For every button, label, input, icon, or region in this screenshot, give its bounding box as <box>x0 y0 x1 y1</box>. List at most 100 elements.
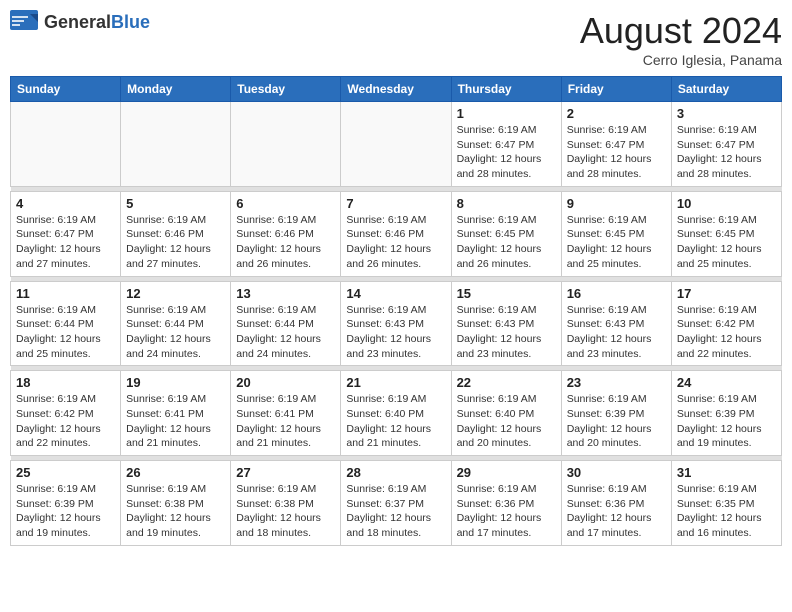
calendar-cell: 14 Sunrise: 6:19 AM Sunset: 6:43 PM Dayli… <box>341 281 451 366</box>
logo: GeneralBlue <box>10 10 150 34</box>
calendar-cell: 21 Sunrise: 6:19 AM Sunset: 6:40 PM Dayli… <box>341 371 451 456</box>
weekday-header: Monday <box>121 77 231 102</box>
day-number: 5 <box>126 196 225 211</box>
day-number: 22 <box>457 375 556 390</box>
day-number: 14 <box>346 286 445 301</box>
week-row: 1 Sunrise: 6:19 AM Sunset: 6:47 PM Daylig… <box>11 102 782 187</box>
calendar-cell: 3 Sunrise: 6:19 AM Sunset: 6:47 PM Daylig… <box>671 102 781 187</box>
day-info: Sunrise: 6:19 AM Sunset: 6:45 PM Dayligh… <box>567 213 666 272</box>
calendar-cell: 15 Sunrise: 6:19 AM Sunset: 6:43 PM Dayli… <box>451 281 561 366</box>
logo-general: General <box>44 12 111 32</box>
week-row: 18Sunrise: 6:19 AM Sunset: 6:42 PM Dayli… <box>11 371 782 456</box>
calendar-cell: 23 Sunrise: 6:19 AM Sunset: 6:39 PM Dayli… <box>561 371 671 456</box>
day-info: Sunrise: 6:19 AM Sunset: 6:37 PM Dayligh… <box>346 482 445 541</box>
day-info: Sunrise: 6:19 AM Sunset: 6:39 PM Dayligh… <box>16 482 115 541</box>
calendar-cell <box>341 102 451 187</box>
day-info: Sunrise: 6:19 AM Sunset: 6:47 PM Dayligh… <box>16 213 115 272</box>
calendar-cell: 25 Sunrise: 6:19 AM Sunset: 6:39 PM Dayli… <box>11 461 121 546</box>
day-number: 11 <box>16 286 115 301</box>
day-number: 25 <box>16 465 115 480</box>
day-info: Sunrise: 6:19 AM Sunset: 6:35 PM Dayligh… <box>677 482 776 541</box>
day-number: 29 <box>457 465 556 480</box>
day-number: 7 <box>346 196 445 211</box>
calendar-cell: 4 Sunrise: 6:19 AM Sunset: 6:47 PM Daylig… <box>11 191 121 276</box>
week-row: 4 Sunrise: 6:19 AM Sunset: 6:47 PM Daylig… <box>11 191 782 276</box>
week-row: 11 Sunrise: 6:19 AM Sunset: 6:44 PM Dayli… <box>11 281 782 366</box>
day-number: 20 <box>236 375 335 390</box>
day-number: 12 <box>126 286 225 301</box>
day-info: Sunrise: 6:19 AM Sunset: 6:38 PM Dayligh… <box>126 482 225 541</box>
weekday-header: Saturday <box>671 77 781 102</box>
day-info: Sunrise: 6:19 AM Sunset: 6:45 PM Dayligh… <box>457 213 556 272</box>
calendar-cell: 9 Sunrise: 6:19 AM Sunset: 6:45 PM Daylig… <box>561 191 671 276</box>
day-number: 17 <box>677 286 776 301</box>
day-number: 8 <box>457 196 556 211</box>
calendar-cell: 19Sunrise: 6:19 AM Sunset: 6:41 PM Dayli… <box>121 371 231 456</box>
day-number: 19 <box>126 375 225 390</box>
day-number: 23 <box>567 375 666 390</box>
day-number: 18 <box>16 375 115 390</box>
day-number: 27 <box>236 465 335 480</box>
calendar-cell: 24Sunrise: 6:19 AM Sunset: 6:39 PM Dayli… <box>671 371 781 456</box>
day-info: Sunrise: 6:19 AM Sunset: 6:44 PM Dayligh… <box>16 303 115 362</box>
calendar-cell: 10Sunrise: 6:19 AM Sunset: 6:45 PM Dayli… <box>671 191 781 276</box>
calendar-table: SundayMondayTuesdayWednesdayThursdayFrid… <box>10 76 782 546</box>
day-number: 9 <box>567 196 666 211</box>
week-row: 25 Sunrise: 6:19 AM Sunset: 6:39 PM Dayli… <box>11 461 782 546</box>
page-header: GeneralBlue August 2024 Cerro Iglesia, P… <box>10 10 782 68</box>
day-info: Sunrise: 6:19 AM Sunset: 6:46 PM Dayligh… <box>346 213 445 272</box>
day-number: 26 <box>126 465 225 480</box>
day-info: Sunrise: 6:19 AM Sunset: 6:36 PM Dayligh… <box>567 482 666 541</box>
calendar-cell: 11 Sunrise: 6:19 AM Sunset: 6:44 PM Dayli… <box>11 281 121 366</box>
day-number: 21 <box>346 375 445 390</box>
day-number: 3 <box>677 106 776 121</box>
weekday-header: Sunday <box>11 77 121 102</box>
calendar-subtitle: Cerro Iglesia, Panama <box>580 52 782 68</box>
calendar-cell: 30 Sunrise: 6:19 AM Sunset: 6:36 PM Dayli… <box>561 461 671 546</box>
day-info: Sunrise: 6:19 AM Sunset: 6:36 PM Dayligh… <box>457 482 556 541</box>
calendar-cell: 26 Sunrise: 6:19 AM Sunset: 6:38 PM Dayli… <box>121 461 231 546</box>
calendar-cell: 13Sunrise: 6:19 AM Sunset: 6:44 PM Dayli… <box>231 281 341 366</box>
weekday-header: Friday <box>561 77 671 102</box>
day-info: Sunrise: 6:19 AM Sunset: 6:47 PM Dayligh… <box>677 123 776 182</box>
calendar-cell: 29 Sunrise: 6:19 AM Sunset: 6:36 PM Dayli… <box>451 461 561 546</box>
calendar-cell: 12 Sunrise: 6:19 AM Sunset: 6:44 PM Dayli… <box>121 281 231 366</box>
day-info: Sunrise: 6:19 AM Sunset: 6:44 PM Dayligh… <box>126 303 225 362</box>
day-number: 6 <box>236 196 335 211</box>
calendar-cell: 31Sunrise: 6:19 AM Sunset: 6:35 PM Dayli… <box>671 461 781 546</box>
calendar-cell <box>11 102 121 187</box>
weekday-header: Tuesday <box>231 77 341 102</box>
day-info: Sunrise: 6:19 AM Sunset: 6:40 PM Dayligh… <box>346 392 445 451</box>
day-info: Sunrise: 6:19 AM Sunset: 6:39 PM Dayligh… <box>567 392 666 451</box>
calendar-cell: 28 Sunrise: 6:19 AM Sunset: 6:37 PM Dayli… <box>341 461 451 546</box>
calendar-cell: 22 Sunrise: 6:19 AM Sunset: 6:40 PM Dayli… <box>451 371 561 456</box>
day-number: 2 <box>567 106 666 121</box>
calendar-main-title: August 2024 <box>580 10 782 52</box>
calendar-cell <box>231 102 341 187</box>
day-info: Sunrise: 6:19 AM Sunset: 6:47 PM Dayligh… <box>457 123 556 182</box>
day-number: 4 <box>16 196 115 211</box>
calendar-cell: 20 Sunrise: 6:19 AM Sunset: 6:41 PM Dayli… <box>231 371 341 456</box>
calendar-cell: 2Sunrise: 6:19 AM Sunset: 6:47 PM Daylig… <box>561 102 671 187</box>
day-info: Sunrise: 6:19 AM Sunset: 6:43 PM Dayligh… <box>457 303 556 362</box>
day-info: Sunrise: 6:19 AM Sunset: 6:38 PM Dayligh… <box>236 482 335 541</box>
calendar-cell: 16 Sunrise: 6:19 AM Sunset: 6:43 PM Dayli… <box>561 281 671 366</box>
day-info: Sunrise: 6:19 AM Sunset: 6:43 PM Dayligh… <box>567 303 666 362</box>
day-info: Sunrise: 6:19 AM Sunset: 6:41 PM Dayligh… <box>236 392 335 451</box>
day-number: 10 <box>677 196 776 211</box>
day-number: 16 <box>567 286 666 301</box>
day-number: 30 <box>567 465 666 480</box>
day-number: 28 <box>346 465 445 480</box>
weekday-header-row: SundayMondayTuesdayWednesdayThursdayFrid… <box>11 77 782 102</box>
calendar-cell: 27 Sunrise: 6:19 AM Sunset: 6:38 PM Dayli… <box>231 461 341 546</box>
day-number: 24 <box>677 375 776 390</box>
day-number: 1 <box>457 106 556 121</box>
day-number: 15 <box>457 286 556 301</box>
day-info: Sunrise: 6:19 AM Sunset: 6:46 PM Dayligh… <box>236 213 335 272</box>
day-info: Sunrise: 6:19 AM Sunset: 6:43 PM Dayligh… <box>346 303 445 362</box>
calendar-cell: 7 Sunrise: 6:19 AM Sunset: 6:46 PM Daylig… <box>341 191 451 276</box>
calendar-title-area: August 2024 Cerro Iglesia, Panama <box>580 10 782 68</box>
weekday-header: Wednesday <box>341 77 451 102</box>
calendar-cell: 1 Sunrise: 6:19 AM Sunset: 6:47 PM Daylig… <box>451 102 561 187</box>
day-info: Sunrise: 6:19 AM Sunset: 6:40 PM Dayligh… <box>457 392 556 451</box>
